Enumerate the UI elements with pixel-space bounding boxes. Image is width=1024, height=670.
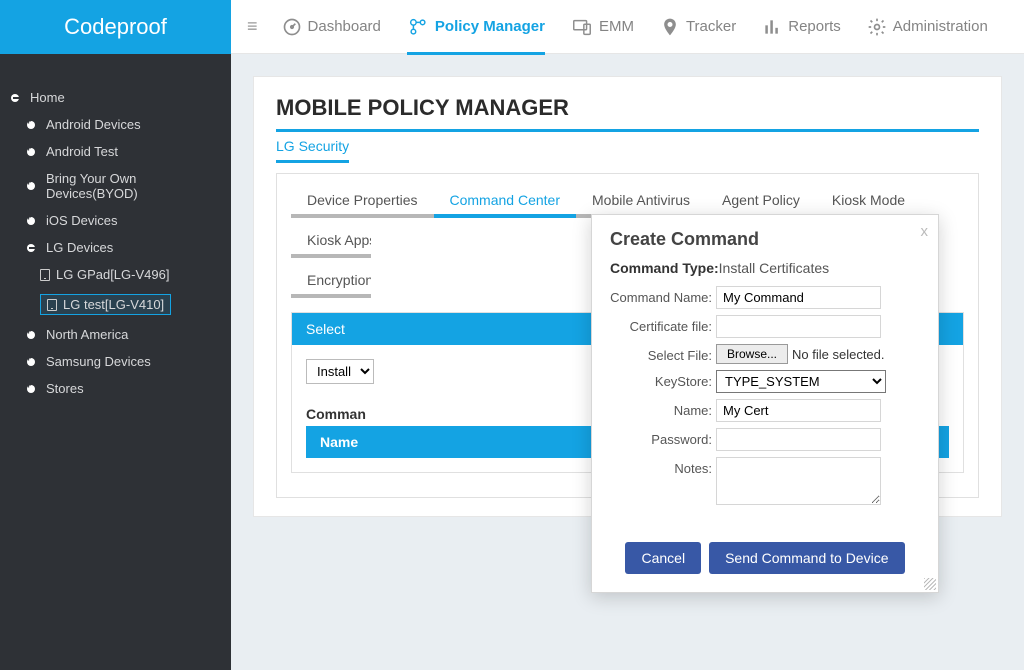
cert-name-input[interactable] [716,399,881,422]
sidebar-item-ios-devices[interactable]: iOS Devices [0,207,231,234]
keystore-select[interactable]: TYPE_SYSTEM [716,370,886,393]
sidebar-item-stores[interactable]: Stores [0,375,231,402]
cancel-button[interactable]: Cancel [625,542,701,574]
admin-icon [867,17,887,37]
command-type-select[interactable]: Install [306,359,374,384]
collapse-icon [8,91,22,105]
main: ≡ Dashboard Policy Manager EMM [231,0,1024,670]
emm-icon [571,16,593,38]
section-tab-lg-security[interactable]: LG Security [276,138,349,163]
reports-icon [762,17,782,37]
resize-grip-icon[interactable] [924,578,936,590]
sidebar-item-lg-devices[interactable]: LG Devices [0,234,231,261]
password-label: Password: [610,428,716,447]
device-icon [40,269,50,281]
create-command-modal: x Create Command Command Type:Install Ce… [591,214,939,593]
dashboard-icon [282,17,302,37]
modal-title: Create Command [610,229,920,250]
menu-toggle-icon[interactable]: ≡ [247,16,258,37]
command-name-label: Command Name: [610,286,716,305]
notes-label: Notes: [610,457,716,476]
sidebar: Codeproof Home Android Devices Android T… [0,0,231,670]
nav-tree: Home Android Devices Android Test Bring … [0,54,231,432]
expand-icon [24,355,38,369]
command-name-input[interactable] [716,286,881,309]
topnav-emm[interactable]: EMM [561,16,644,38]
command-type-select-wrap: Install [306,359,374,384]
notes-textarea[interactable] [716,457,881,505]
tab-command-center[interactable]: Command Center [434,184,577,218]
subtabs-row-1: Device Properties Command Center Mobile … [291,184,964,218]
collapse-icon [24,241,38,255]
sidebar-item-android-devices[interactable]: Android Devices [0,111,231,138]
sidebar-item-byod[interactable]: Bring Your Own Devices(BYOD) [0,165,231,207]
file-status: No file selected. [792,347,885,362]
select-bar-label: Select [306,321,345,337]
tab-encryption[interactable]: Encryption [291,264,371,298]
command-type: Command Type:Install Certificates [610,260,920,276]
topnav-reports[interactable]: Reports [752,17,851,37]
expand-icon [24,145,38,159]
policy-icon [407,16,429,38]
topnav-dashboard[interactable]: Dashboard [272,17,391,37]
sidebar-item-lg-test[interactable]: LG test[LG-V410] [0,288,231,321]
tab-agent-policy[interactable]: Agent Policy [706,184,816,218]
tab-kiosk-mode[interactable]: Kiosk Mode [816,184,921,218]
keystore-label: KeyStore: [610,370,716,389]
expand-icon [24,118,38,132]
page-title: MOBILE POLICY MANAGER [276,95,979,132]
expand-icon [24,328,38,342]
sidebar-item-home[interactable]: Home [0,84,231,111]
password-input[interactable] [716,428,881,451]
sidebar-item-north-america[interactable]: North America [0,321,231,348]
browse-button[interactable]: Browse... [716,344,788,364]
certificate-file-input[interactable] [716,315,881,338]
expand-icon [24,179,38,193]
tab-mobile-antivirus[interactable]: Mobile Antivirus [576,184,706,218]
command-history-title: Command History [306,406,366,422]
send-command-button[interactable]: Send Command to Device [709,542,904,574]
sidebar-item-android-test[interactable]: Android Test [0,138,231,165]
topbar: ≡ Dashboard Policy Manager EMM [231,0,1024,54]
certificate-file-label: Certificate file: [610,315,716,334]
expand-icon [24,214,38,228]
select-file-label: Select File: [610,344,716,363]
expand-icon [24,382,38,396]
cert-name-label: Name: [610,399,716,418]
sidebar-item-samsung-devices[interactable]: Samsung Devices [0,348,231,375]
topnav-tracker[interactable]: Tracker [650,17,746,37]
sidebar-item-lg-gpad[interactable]: LG GPad[LG-V496] [0,261,231,288]
brand-logo: Codeproof [0,0,231,54]
topnav-administration[interactable]: Administration [857,17,998,37]
modal-close-button[interactable]: x [921,223,929,240]
device-icon [47,299,57,311]
topnav-policy-manager[interactable]: Policy Manager [397,16,555,38]
tracker-icon [660,17,680,37]
tab-kiosk-apps[interactable]: Kiosk Apps [291,224,371,258]
tab-device-properties[interactable]: Device Properties [291,184,434,218]
